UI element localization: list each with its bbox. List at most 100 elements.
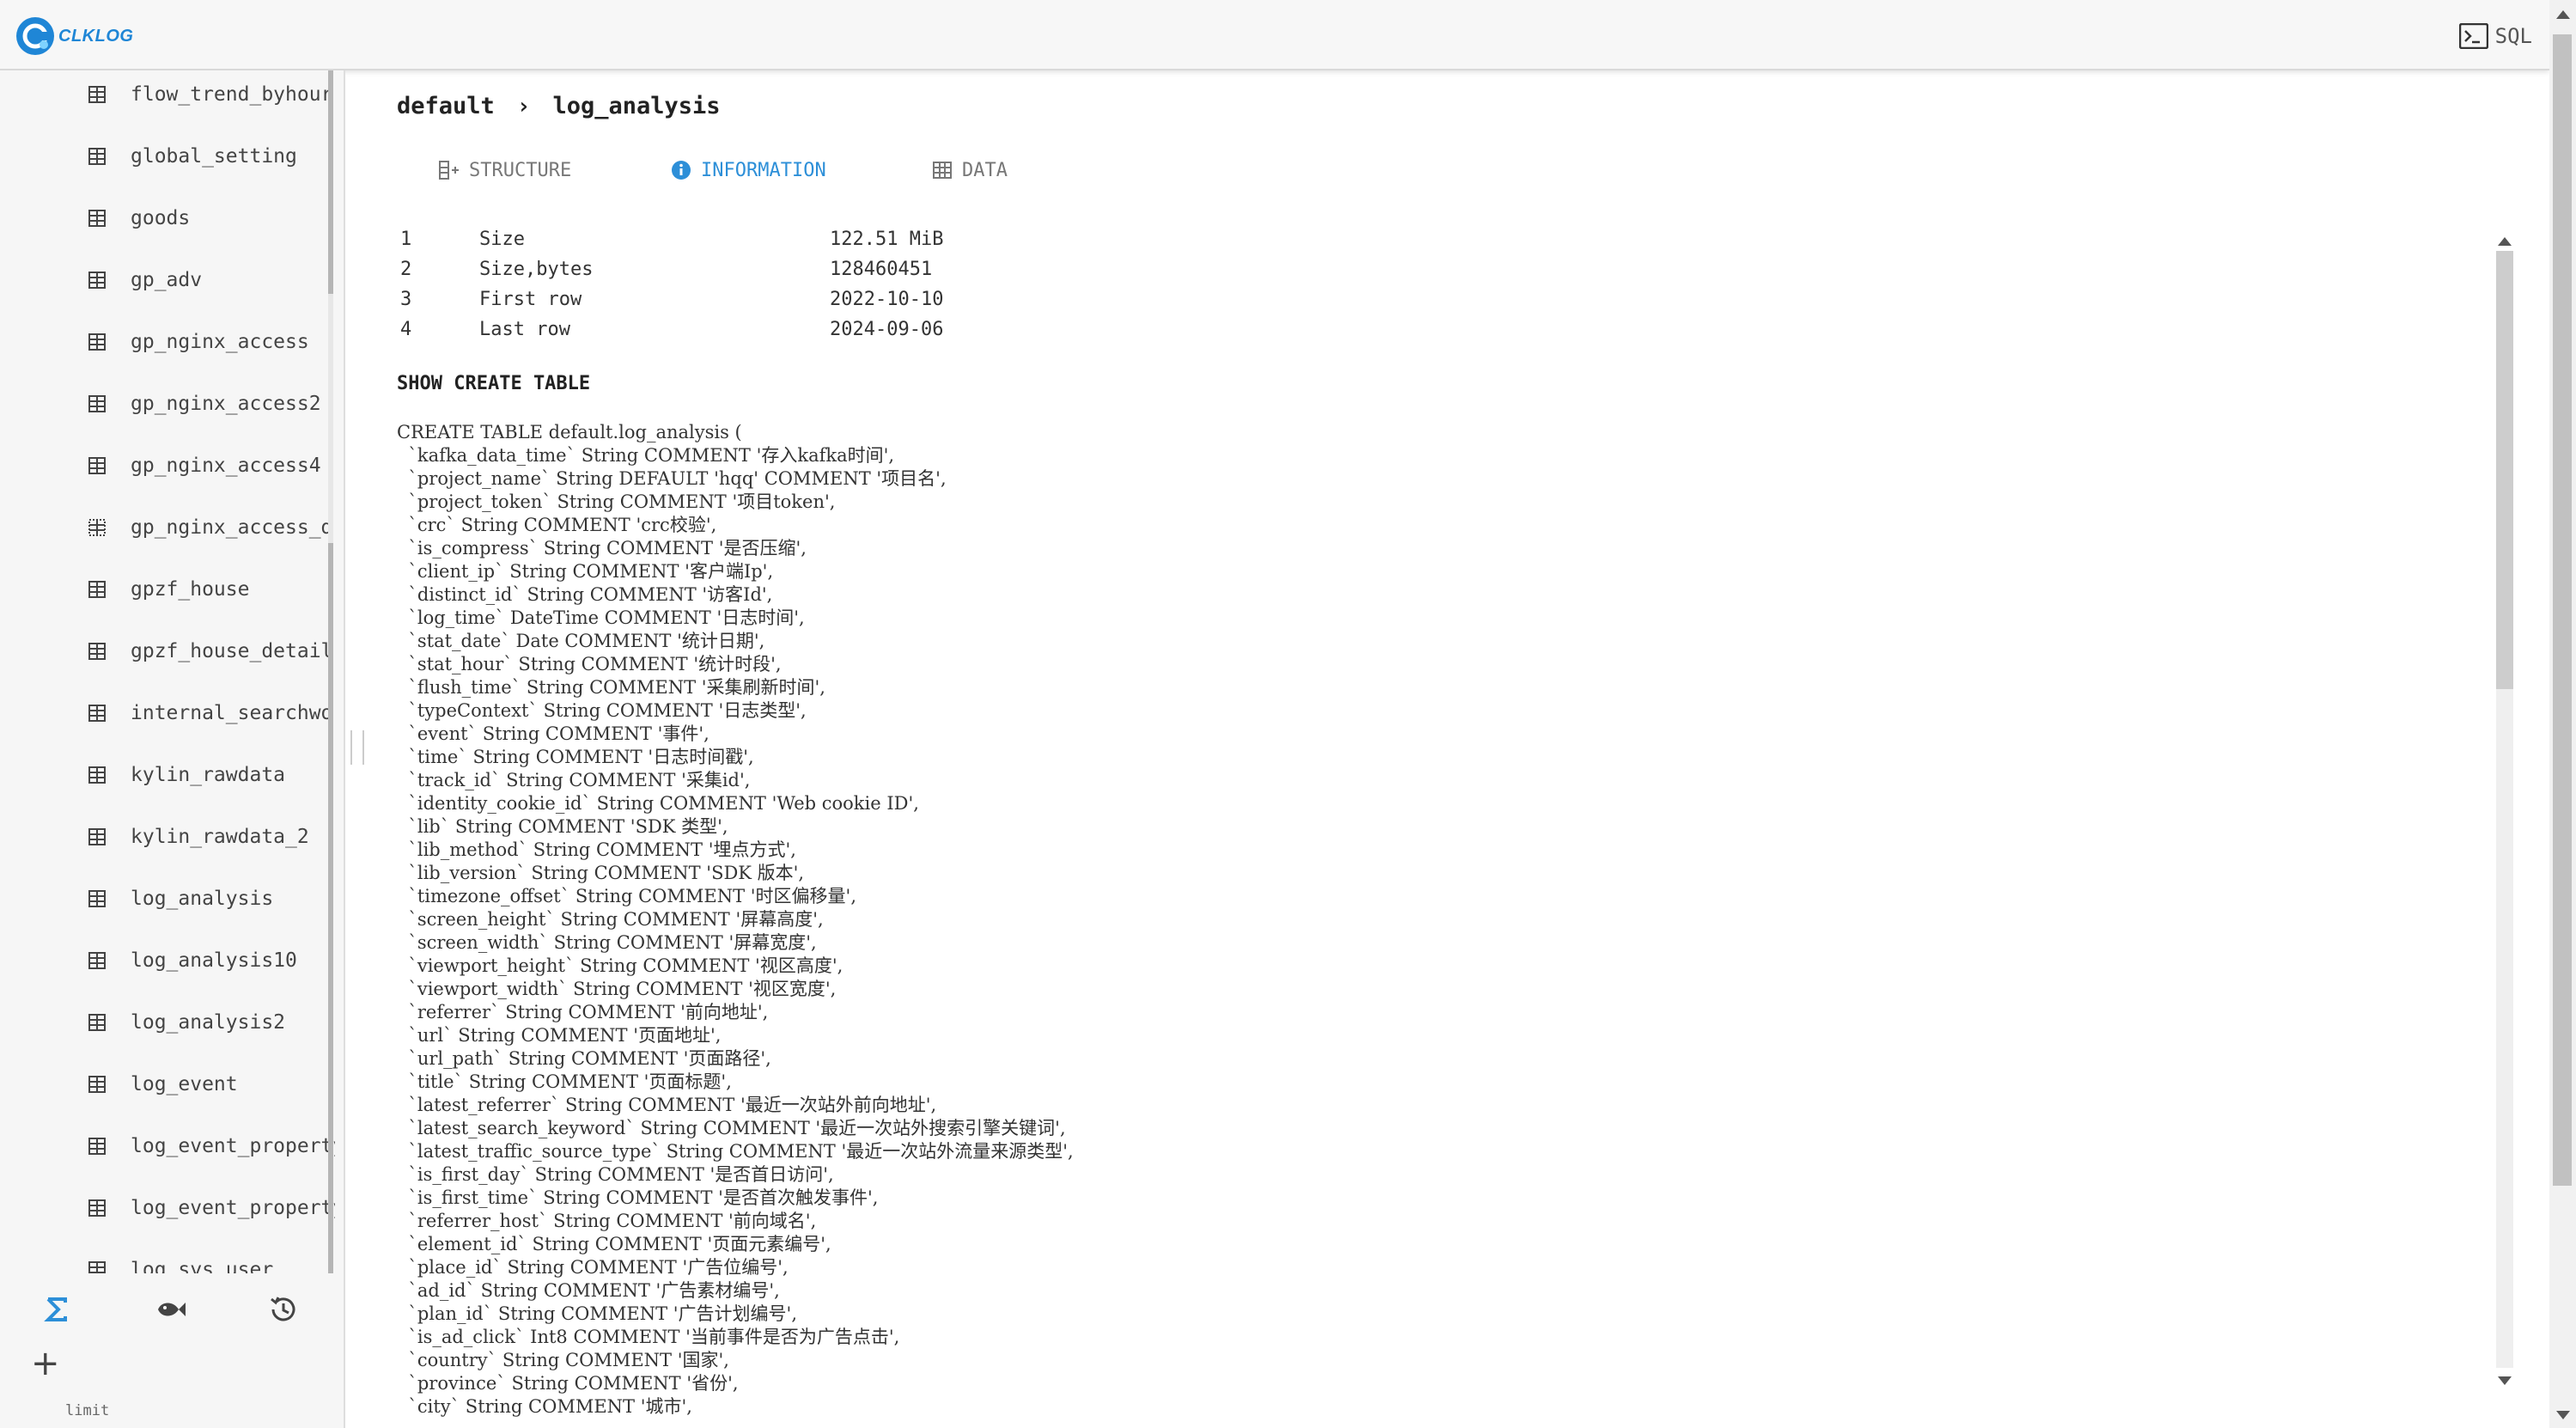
table-list-item-label: gp_adv xyxy=(131,269,203,291)
ddl-line: `url` String COMMENT '页面地址', xyxy=(397,1025,722,1046)
ddl-line: `event` String COMMENT '事件', xyxy=(397,723,709,744)
terminal-icon xyxy=(2458,23,2488,49)
table-icon xyxy=(88,148,106,165)
window-scroll-down-icon[interactable] xyxy=(2556,1411,2570,1419)
ddl-line: `client_ip` String COMMENT '客户端Ip', xyxy=(397,561,774,582)
table-list-item[interactable]: log_analysis2 xyxy=(0,992,335,1053)
table-list-item[interactable]: log_event_property2 xyxy=(0,1177,335,1239)
table-list-item[interactable]: gpzf_house_detail xyxy=(0,620,335,682)
table-list-item[interactable]: internal_searchword xyxy=(0,682,335,744)
table-list-item[interactable]: gp_adv xyxy=(0,249,335,311)
table-list-item-label: log_analysis2 xyxy=(131,1011,286,1034)
fish-icon[interactable] xyxy=(153,1292,187,1327)
info-row-number: 3 xyxy=(400,289,412,310)
table-list-item[interactable]: log_event_property xyxy=(0,1115,335,1177)
info-row-number: 2 xyxy=(400,259,412,280)
info-row-key: First row xyxy=(479,289,582,310)
sql-button-label: SQL xyxy=(2494,24,2532,48)
table-list-item-label: log_analysis10 xyxy=(131,949,297,972)
table-list-item[interactable]: gp_nginx_access_d xyxy=(0,497,335,558)
ddl-line: `screen_width` String COMMENT '屏幕宽度', xyxy=(397,932,817,953)
table-list-item[interactable]: goods xyxy=(0,187,335,249)
table-list-item[interactable]: flow_trend_byhour xyxy=(0,70,335,125)
sidebar-scrollbar-thumb-lower[interactable] xyxy=(328,543,333,1273)
table-icon xyxy=(88,272,106,289)
ddl-line: `lib` String COMMENT 'SDK 类型', xyxy=(397,816,728,837)
tab-structure[interactable]: STRUCTURE xyxy=(438,153,571,187)
table-list-item[interactable]: gp_nginx_access4 xyxy=(0,435,335,497)
main-panel: default › log_analysis STRUCTURE INFORMA… xyxy=(345,70,2549,1428)
ddl-line: `project_token` String COMMENT '项目token'… xyxy=(397,491,836,512)
app-logo[interactable]: CLKLOG xyxy=(15,15,133,57)
table-list-item[interactable]: gpzf_house xyxy=(0,558,335,620)
breadcrumb: default › log_analysis xyxy=(397,93,721,119)
ddl-line: `kafka_data_time` String COMMENT '存入kafk… xyxy=(397,445,895,466)
table-list-item[interactable]: log_sys_user xyxy=(0,1239,335,1273)
table-list-item-label: goods xyxy=(131,207,191,229)
ddl-line: `latest_traffic_source_type` String COMM… xyxy=(397,1141,1074,1162)
table-icon xyxy=(88,1138,106,1155)
table-icon xyxy=(88,395,106,412)
table-list-item-label: gp_nginx_access2 xyxy=(131,393,321,415)
table-icon xyxy=(88,1199,106,1217)
show-create-heading: SHOW CREATE TABLE xyxy=(397,373,591,394)
info-row-value: 2022-10-10 xyxy=(830,289,944,310)
table-icon xyxy=(88,952,106,969)
ddl-line: `is_first_day` String COMMENT '是否首日访问', xyxy=(397,1164,834,1185)
table-list-item-label: global_setting xyxy=(131,145,297,168)
table-list-item[interactable]: global_setting xyxy=(0,125,335,187)
ddl-line: `lib_method` String COMMENT '埋点方式', xyxy=(397,839,796,860)
table-list-item-label: log_event xyxy=(131,1073,238,1095)
table-icon xyxy=(88,705,106,722)
create-table-ddl: CREATE TABLE default.log_analysis ( `kaf… xyxy=(397,421,1771,1418)
tab-information-label: INFORMATION xyxy=(701,159,826,181)
ddl-line: `time` String COMMENT '日志时间戳', xyxy=(397,747,754,767)
ddl-line: `element_id` String COMMENT '页面元素编号', xyxy=(397,1234,831,1254)
info-row: 4 Last row 2024-09-06 xyxy=(400,319,1087,348)
info-row-value: 122.51 MiB xyxy=(830,229,944,250)
ddl-line: `viewport_height` String COMMENT '视区高度', xyxy=(397,955,843,976)
table-list-item-label: gp_nginx_access xyxy=(131,331,309,353)
table-list-item[interactable]: gp_nginx_access xyxy=(0,311,335,373)
ddl-line: `place_id` String COMMENT '广告位编号', xyxy=(397,1257,789,1278)
info-row: 3 First row 2022-10-10 xyxy=(400,289,1087,318)
table-list-item[interactable]: gp_nginx_access2 xyxy=(0,373,335,435)
table-list-item[interactable]: log_event xyxy=(0,1053,335,1115)
ddl-line: `url_path` String COMMENT '页面路径', xyxy=(397,1048,771,1069)
window-scrollbar-thumb[interactable] xyxy=(2553,34,2572,1186)
table-icon xyxy=(88,1261,106,1273)
table-list-item-label: kylin_rawdata_2 xyxy=(131,826,309,848)
table-list-item-label: internal_searchword xyxy=(131,702,335,724)
tab-data-label: DATA xyxy=(962,159,1008,181)
info-row-key: Size,bytes xyxy=(479,259,594,280)
add-button[interactable]: + xyxy=(31,1346,60,1381)
tab-information[interactable]: INFORMATION xyxy=(670,153,826,187)
table-list-item[interactable]: kylin_rawdata_2 xyxy=(0,806,335,868)
ddl-line: `track_id` String COMMENT '采集id', xyxy=(397,770,751,790)
table-list-item[interactable]: kylin_rawdata xyxy=(0,744,335,806)
table-list-item-label: gpzf_house xyxy=(131,578,250,601)
scroll-down-arrow-icon[interactable] xyxy=(2498,1376,2512,1385)
window-scrollbar[interactable] xyxy=(2549,0,2576,1428)
table-list-item[interactable]: log_analysis xyxy=(0,868,335,930)
sidebar-scrollbar-thumb[interactable] xyxy=(328,70,333,294)
scroll-up-arrow-icon[interactable] xyxy=(2498,237,2512,246)
sidebar-bottom-tabs xyxy=(0,1282,342,1342)
sql-button[interactable]: SQL xyxy=(2458,21,2532,52)
table-list-item[interactable]: log_analysis10 xyxy=(0,930,335,992)
table-icon xyxy=(88,457,106,474)
tab-data[interactable]: DATA xyxy=(931,153,1008,187)
ddl-line: `log_time` DateTime COMMENT '日志时间', xyxy=(397,607,805,628)
window-scroll-up-icon[interactable] xyxy=(2556,10,2570,19)
ddl-line: `distinct_id` String COMMENT '访客Id', xyxy=(397,584,773,605)
sigma-icon[interactable] xyxy=(40,1292,74,1327)
ddl-line: `country` String COMMENT '国家', xyxy=(397,1350,729,1370)
breadcrumb-database[interactable]: default xyxy=(397,93,495,119)
ddl-line: `lib_version` String COMMENT 'SDK 版本', xyxy=(397,863,805,883)
content-scrollbar-thumb[interactable] xyxy=(2496,251,2513,689)
content-scrollbar[interactable] xyxy=(2493,234,2517,1385)
table-icon xyxy=(88,86,106,103)
history-icon[interactable] xyxy=(266,1292,301,1327)
ddl-line: `identity_cookie_id` String COMMENT 'Web… xyxy=(397,793,919,814)
sidebar: flow_trend_byhour global_settinggoods gp_a… xyxy=(0,70,345,1428)
